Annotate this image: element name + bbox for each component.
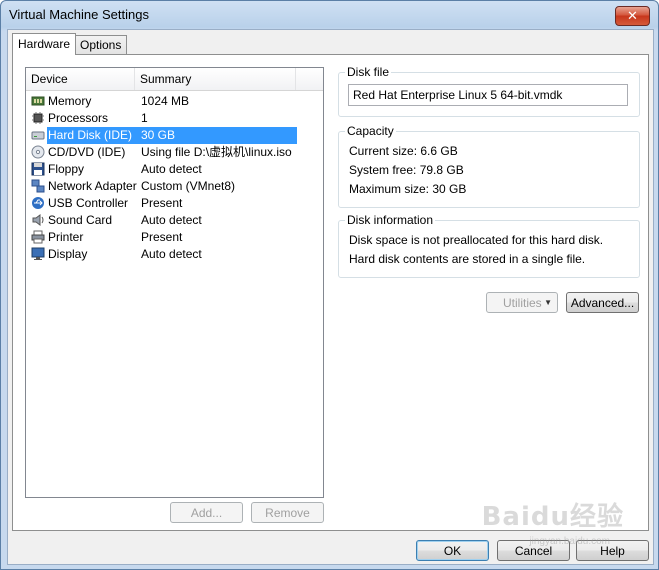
single-file-info: Hard disk contents are stored in a singl…: [349, 252, 586, 266]
device-name: Memory: [48, 94, 92, 108]
device-row-display[interactable]: Display Auto detect: [26, 246, 323, 263]
device-summary: Custom (VMnet8): [141, 179, 236, 193]
column-header-device[interactable]: Device: [26, 68, 135, 90]
device-name: CD/DVD (IDE): [48, 145, 126, 159]
utilities-label: Utilities: [503, 296, 542, 310]
device-name: Network Adapter: [48, 179, 137, 193]
device-summary: Present: [141, 196, 183, 210]
device-list[interactable]: Device Summary Memory 1024 MB Processors…: [25, 67, 324, 498]
device-summary: Auto detect: [141, 247, 202, 261]
printer-icon: [31, 230, 45, 244]
capacity-group-title: Capacity: [345, 124, 396, 138]
hardware-panel: Device Summary Memory 1024 MB Processors…: [12, 54, 649, 531]
title-bar[interactable]: Virtual Machine Settings ✕: [1, 1, 658, 29]
device-summary: 1: [141, 111, 148, 125]
tab-options[interactable]: Options: [74, 35, 128, 54]
device-row-floppy[interactable]: Floppy Auto detect: [26, 161, 323, 178]
display-icon: [31, 247, 45, 261]
ok-button[interactable]: OK: [416, 540, 489, 561]
remove-device-button[interactable]: Remove: [251, 502, 324, 523]
device-summary: Auto detect: [141, 213, 202, 227]
window-title: Virtual Machine Settings: [9, 7, 149, 22]
dialog-client: Hardware Options Device Summary Memory 1…: [7, 29, 654, 565]
column-header-summary[interactable]: Summary: [135, 68, 296, 90]
cd-dvd-icon: [31, 145, 45, 159]
device-row-cd-dvd[interactable]: CD/DVD (IDE) Using file D:\虚拟机\linux.iso: [26, 144, 323, 161]
system-free-label: System free: 79.8 GB: [349, 163, 464, 177]
maximum-size-label: Maximum size: 30 GB: [349, 182, 467, 196]
device-row-network-adapter[interactable]: Network Adapter Custom (VMnet8): [26, 178, 323, 195]
device-row-sound-card[interactable]: Sound Card Auto detect: [26, 212, 323, 229]
capacity-group: Capacity Current size: 6.6 GB System fre…: [338, 124, 640, 208]
device-summary: 30 GB: [141, 128, 176, 142]
device-row-hard-disk[interactable]: Hard Disk (IDE) 30 GB: [26, 127, 323, 144]
hard-disk-icon: [31, 128, 45, 142]
disk-file-group-title: Disk file: [345, 65, 392, 79]
device-name: Floppy: [48, 162, 85, 176]
device-row-printer[interactable]: Printer Present: [26, 229, 323, 246]
floppy-icon: [31, 162, 45, 176]
device-row-usb-controller[interactable]: USB Controller Present: [26, 195, 323, 212]
device-name: USB Controller: [48, 196, 129, 210]
disk-information-group-title: Disk information: [345, 213, 436, 227]
sound-card-icon: [31, 213, 45, 227]
device-list-header: Device Summary: [26, 68, 323, 91]
device-summary: Present: [141, 230, 183, 244]
memory-icon: [31, 94, 45, 108]
disk-file-group: Disk file Red Hat Enterprise Linux 5 64-…: [338, 65, 640, 117]
tab-hardware[interactable]: Hardware: [12, 33, 77, 55]
device-row-processors[interactable]: Processors 1: [26, 110, 323, 127]
preallocation-info: Disk space is not preallocated for this …: [349, 233, 604, 247]
device-name: Processors: [48, 111, 109, 125]
close-button[interactable]: ✕: [615, 6, 650, 26]
device-summary: Auto detect: [141, 162, 202, 176]
device-row-memory[interactable]: Memory 1024 MB: [26, 93, 323, 110]
device-summary: 1024 MB: [141, 94, 190, 108]
device-name: Sound Card: [48, 213, 113, 227]
device-summary: Using file D:\虚拟机\linux.iso: [141, 145, 292, 159]
device-name: Printer: [48, 230, 84, 244]
usb-icon: [31, 196, 45, 210]
vm-settings-window: Virtual Machine Settings ✕ Hardware Opti…: [0, 0, 659, 570]
utilities-button[interactable]: Utilities ▼: [486, 292, 558, 313]
baidu-watermark-url: jingyan.baidu.com: [529, 536, 610, 547]
disk-file-field[interactable]: Red Hat Enterprise Linux 5 64-bit.vmdk: [348, 84, 628, 106]
advanced-button[interactable]: Advanced...: [566, 292, 639, 313]
processor-icon: [31, 111, 45, 125]
device-name: Display: [48, 247, 88, 261]
device-name: Hard Disk (IDE): [48, 128, 133, 142]
dropdown-arrow-icon: ▼: [544, 298, 552, 307]
baidu-watermark: Baidu经验: [481, 502, 624, 532]
network-adapter-icon: [31, 179, 45, 193]
add-device-button[interactable]: Add...: [170, 502, 243, 523]
disk-information-group: Disk information Disk space is not preal…: [338, 213, 640, 278]
current-size-label: Current size: 6.6 GB: [349, 144, 458, 158]
